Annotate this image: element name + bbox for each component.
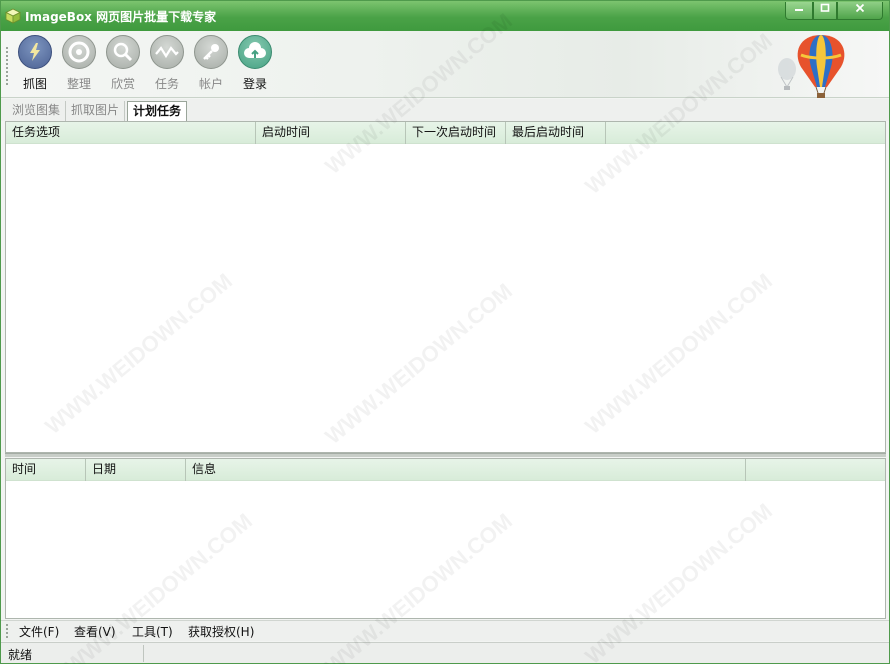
window-title: ImageBox 网页图片批量下载专家 xyxy=(25,10,217,24)
pane-splitter[interactable] xyxy=(5,453,886,457)
column-header-time[interactable]: 时间 xyxy=(6,459,86,481)
column-header-last-start-time[interactable]: 最后启动时间 xyxy=(506,122,606,144)
tool-tasks[interactable]: 任务 xyxy=(147,35,187,92)
minimize-button[interactable] xyxy=(785,2,813,20)
tool-organize[interactable]: 整理 xyxy=(59,35,99,92)
status-text: 就绪 xyxy=(8,648,33,662)
tool-login[interactable]: 登录 xyxy=(235,35,275,92)
maximize-button[interactable] xyxy=(813,2,837,20)
menu-grip[interactable] xyxy=(6,624,8,639)
tool-account[interactable]: 帐户 xyxy=(191,35,231,92)
tab-strip: 浏览图集 抓取图片 计划任务 xyxy=(1,99,889,121)
log-list[interactable]: 时间 日期 信息 xyxy=(5,458,886,619)
main-toolbar: 抓图 整理 欣赏 任务 帐户 登录 xyxy=(1,31,889,98)
column-header-info[interactable]: 信息 xyxy=(186,459,746,481)
column-header-task-options[interactable]: 任务选项 xyxy=(6,122,256,144)
magnifier-icon xyxy=(106,35,140,69)
tool-capture[interactable]: 抓图 xyxy=(15,35,55,92)
tool-label: 整理 xyxy=(66,77,91,91)
title-bar[interactable]: ImageBox 网页图片批量下载专家 xyxy=(1,1,889,31)
maximize-icon xyxy=(820,3,830,12)
tool-view[interactable]: 欣赏 xyxy=(103,35,143,92)
menu-view[interactable]: 查看(V) xyxy=(74,623,116,640)
cloud-upload-icon xyxy=(238,35,272,69)
close-icon xyxy=(855,3,865,13)
app-cube-icon xyxy=(5,8,21,24)
column-header-start-time[interactable]: 启动时间 xyxy=(256,122,406,144)
app-window: ImageBox 网页图片批量下载专家 抓图 整理 欣赏 任务 帐户 登录 浏览… xyxy=(0,0,890,664)
column-header-date[interactable]: 日期 xyxy=(86,459,186,481)
disc-icon xyxy=(62,35,96,69)
menu-bar: 文件(F) 查看(V) 工具(T) 获取授权(H) xyxy=(1,620,889,641)
lightning-icon xyxy=(18,35,52,69)
menu-get-license[interactable]: 获取授权(H) xyxy=(188,623,254,640)
tool-label: 欣赏 xyxy=(110,77,135,91)
tab-scheduled-tasks[interactable]: 计划任务 xyxy=(127,101,188,121)
toolbar-grip[interactable] xyxy=(6,47,8,87)
hot-air-balloon-logo xyxy=(778,35,845,98)
tab-browse-albums[interactable]: 浏览图集 xyxy=(7,101,67,121)
tool-label: 登录 xyxy=(242,77,267,91)
log-list-header: 时间 日期 信息 xyxy=(6,459,885,481)
key-icon xyxy=(194,35,228,69)
status-divider xyxy=(143,645,144,662)
task-list-header: 任务选项 启动时间 下一次启动时间 最后启动时间 xyxy=(6,122,885,144)
column-header-next-start-time[interactable]: 下一次启动时间 xyxy=(406,122,506,144)
task-list[interactable]: 任务选项 启动时间 下一次启动时间 最后启动时间 xyxy=(5,121,886,453)
tool-label: 任务 xyxy=(154,77,179,91)
close-button[interactable] xyxy=(837,2,883,20)
menu-file[interactable]: 文件(F) xyxy=(19,623,59,640)
minimize-icon xyxy=(795,9,803,11)
tool-label: 帐户 xyxy=(198,77,223,91)
tool-label: 抓图 xyxy=(22,77,47,91)
tab-capture-images[interactable]: 抓取图片 xyxy=(66,101,126,121)
status-bar: 就绪 xyxy=(1,642,889,663)
menu-tools[interactable]: 工具(T) xyxy=(132,623,173,640)
waveform-icon xyxy=(150,35,184,69)
